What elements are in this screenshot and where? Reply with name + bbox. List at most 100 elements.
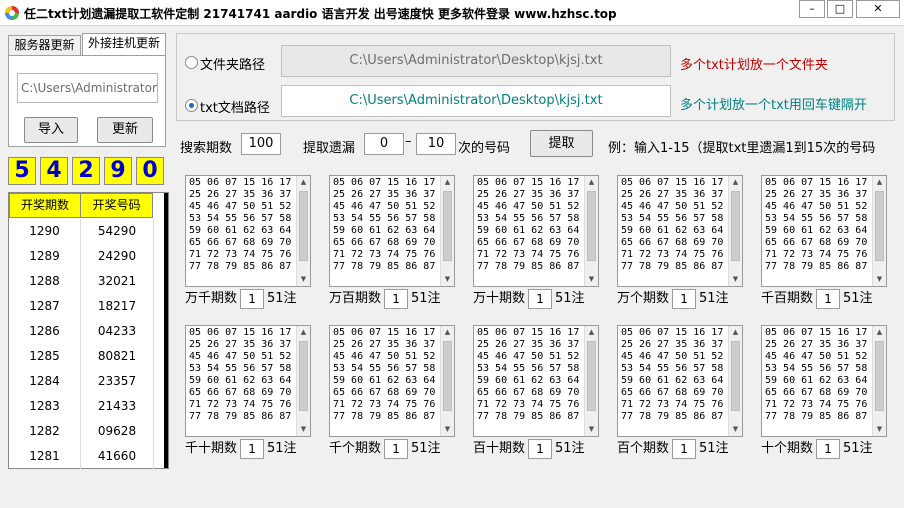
scroll-up-icon[interactable]: ▲: [297, 176, 310, 189]
table-row[interactable]: 1287 18217: [9, 294, 154, 319]
scroll-down-icon[interactable]: ▼: [729, 273, 742, 286]
table-row[interactable]: 1285 80821: [9, 344, 154, 369]
period-cell: 1287: [9, 294, 81, 319]
folder-path-radio[interactable]: [185, 56, 198, 69]
table-row[interactable]: 1289 24290: [9, 244, 154, 269]
box-period-input[interactable]: 1: [240, 289, 265, 309]
number-list-box[interactable]: 05 06 07 15 16 17 25 26 27 35 36 37 45 4…: [185, 325, 311, 437]
box-period-input[interactable]: 1: [816, 439, 841, 459]
scroll-thumb[interactable]: [443, 191, 452, 261]
txt-path-radio[interactable]: [185, 99, 198, 112]
table-row[interactable]: 1283 21433: [9, 394, 154, 419]
list-scrollbar[interactable]: ▲ ▼: [872, 176, 886, 286]
list-scrollbar[interactable]: ▲ ▼: [584, 326, 598, 436]
number-list-box[interactable]: 05 06 07 15 16 17 25 26 27 35 36 37 45 4…: [761, 325, 887, 437]
number-list-box[interactable]: 05 06 07 15 16 17 25 26 27 35 36 37 45 4…: [185, 175, 311, 287]
number-list-text: 05 06 07 15 16 17 25 26 27 35 36 37 45 4…: [621, 177, 724, 272]
update-button[interactable]: 更新: [97, 117, 153, 143]
scroll-up-icon[interactable]: ▲: [873, 326, 886, 339]
scroll-down-icon[interactable]: ▼: [873, 423, 886, 436]
scroll-thumb[interactable]: [587, 191, 596, 261]
table-row[interactable]: 1281 41660: [9, 444, 154, 469]
import-path-input[interactable]: C:\Users\Administrator\: [17, 73, 158, 103]
number-list-box[interactable]: 05 06 07 15 16 17 25 26 27 35 36 37 45 4…: [473, 325, 599, 437]
scroll-down-icon[interactable]: ▼: [441, 273, 454, 286]
table-row[interactable]: 1288 32021: [9, 269, 154, 294]
scroll-down-icon[interactable]: ▼: [297, 273, 310, 286]
scroll-up-icon[interactable]: ▲: [441, 176, 454, 189]
box-period-input[interactable]: 1: [672, 289, 697, 309]
period-cell: 1281: [9, 444, 81, 469]
box-period-input[interactable]: 1: [528, 289, 553, 309]
table-scrollbar[interactable]: [164, 193, 168, 468]
box-period-input[interactable]: 1: [384, 289, 409, 309]
txt-path-field[interactable]: C:\Users\Administrator\Desktop\kjsj.txt: [281, 85, 671, 117]
number-list-box[interactable]: 05 06 07 15 16 17 25 26 27 35 36 37 45 4…: [473, 175, 599, 287]
scroll-down-icon[interactable]: ▼: [729, 423, 742, 436]
search-count-input[interactable]: 100: [241, 133, 281, 155]
scroll-down-icon[interactable]: ▼: [585, 423, 598, 436]
scroll-down-icon[interactable]: ▼: [585, 273, 598, 286]
number-list-box[interactable]: 05 06 07 15 16 17 25 26 27 35 36 37 45 4…: [329, 175, 455, 287]
list-scrollbar[interactable]: ▲ ▼: [440, 176, 454, 286]
list-scrollbar[interactable]: ▲ ▼: [728, 326, 742, 436]
scroll-up-icon[interactable]: ▲: [441, 326, 454, 339]
number-list-text: 05 06 07 15 16 17 25 26 27 35 36 37 45 4…: [765, 177, 868, 272]
scroll-thumb[interactable]: [299, 191, 308, 261]
scroll-up-icon[interactable]: ▲: [729, 326, 742, 339]
scroll-thumb[interactable]: [731, 191, 740, 261]
table-row[interactable]: 1290 54290: [9, 219, 154, 244]
extract-button[interactable]: 提取: [530, 130, 593, 157]
box-period-input[interactable]: 1: [384, 439, 409, 459]
box-period-input[interactable]: 1: [816, 289, 841, 309]
scroll-down-icon[interactable]: ▼: [441, 423, 454, 436]
folder-path-field[interactable]: C:\Users\Administrator\Desktop\kjsj.txt: [281, 45, 671, 77]
scroll-down-icon[interactable]: ▼: [873, 273, 886, 286]
list-scrollbar[interactable]: ▲ ▼: [296, 176, 310, 286]
scroll-thumb[interactable]: [731, 341, 740, 411]
table-row[interactable]: 1286 04233: [9, 319, 154, 344]
draw-digit: 2: [72, 157, 100, 185]
omit-to-input[interactable]: 10: [416, 133, 456, 155]
box-count-label: 51注: [699, 441, 729, 456]
box-period-input[interactable]: 1: [528, 439, 553, 459]
column-period-header: 开奖期数: [9, 193, 81, 218]
list-scrollbar[interactable]: ▲ ▼: [584, 176, 598, 286]
scroll-thumb[interactable]: [875, 341, 884, 411]
scroll-up-icon[interactable]: ▲: [585, 326, 598, 339]
number-list-box[interactable]: 05 06 07 15 16 17 25 26 27 35 36 37 45 4…: [329, 325, 455, 437]
list-scrollbar[interactable]: ▲ ▼: [872, 326, 886, 436]
table-row[interactable]: 1282 09628: [9, 419, 154, 444]
tab-server-update[interactable]: 服务器更新: [8, 35, 81, 55]
list-scrollbar[interactable]: ▲ ▼: [440, 326, 454, 436]
number-list-text: 05 06 07 15 16 17 25 26 27 35 36 37 45 4…: [189, 177, 292, 272]
maximize-button[interactable]: □: [827, 0, 853, 18]
box-period-input[interactable]: 1: [240, 439, 265, 459]
scroll-thumb[interactable]: [299, 341, 308, 411]
scroll-up-icon[interactable]: ▲: [729, 176, 742, 189]
period-cell: 1285: [9, 344, 81, 369]
list-scrollbar[interactable]: ▲ ▼: [728, 176, 742, 286]
scroll-thumb[interactable]: [587, 341, 596, 411]
scroll-thumb[interactable]: [443, 341, 452, 411]
scroll-up-icon[interactable]: ▲: [297, 326, 310, 339]
tab-external-update[interactable]: 外接挂机更新: [82, 33, 166, 56]
update-tabs: 服务器更新 外接挂机更新: [8, 33, 166, 56]
number-list-box[interactable]: 05 06 07 15 16 17 25 26 27 35 36 37 45 4…: [617, 325, 743, 437]
omit-from-input[interactable]: 0: [364, 133, 404, 155]
table-row[interactable]: 1284 23357: [9, 369, 154, 394]
number-list-box[interactable]: 05 06 07 15 16 17 25 26 27 35 36 37 45 4…: [617, 175, 743, 287]
scroll-thumb[interactable]: [875, 191, 884, 261]
close-button[interactable]: ✕: [856, 0, 900, 18]
import-button[interactable]: 导入: [24, 117, 78, 143]
scroll-up-icon[interactable]: ▲: [873, 176, 886, 189]
list-scrollbar[interactable]: ▲ ▼: [296, 326, 310, 436]
box-period-input[interactable]: 1: [672, 439, 697, 459]
box-period-label: 十个期数: [761, 441, 814, 456]
number-list-box[interactable]: 05 06 07 15 16 17 25 26 27 35 36 37 45 4…: [761, 175, 887, 287]
number-cell: 41660: [81, 444, 154, 469]
scroll-up-icon[interactable]: ▲: [585, 176, 598, 189]
box-period-label: 万十期数: [473, 291, 526, 306]
minimize-button[interactable]: –: [799, 0, 825, 18]
scroll-down-icon[interactable]: ▼: [297, 423, 310, 436]
